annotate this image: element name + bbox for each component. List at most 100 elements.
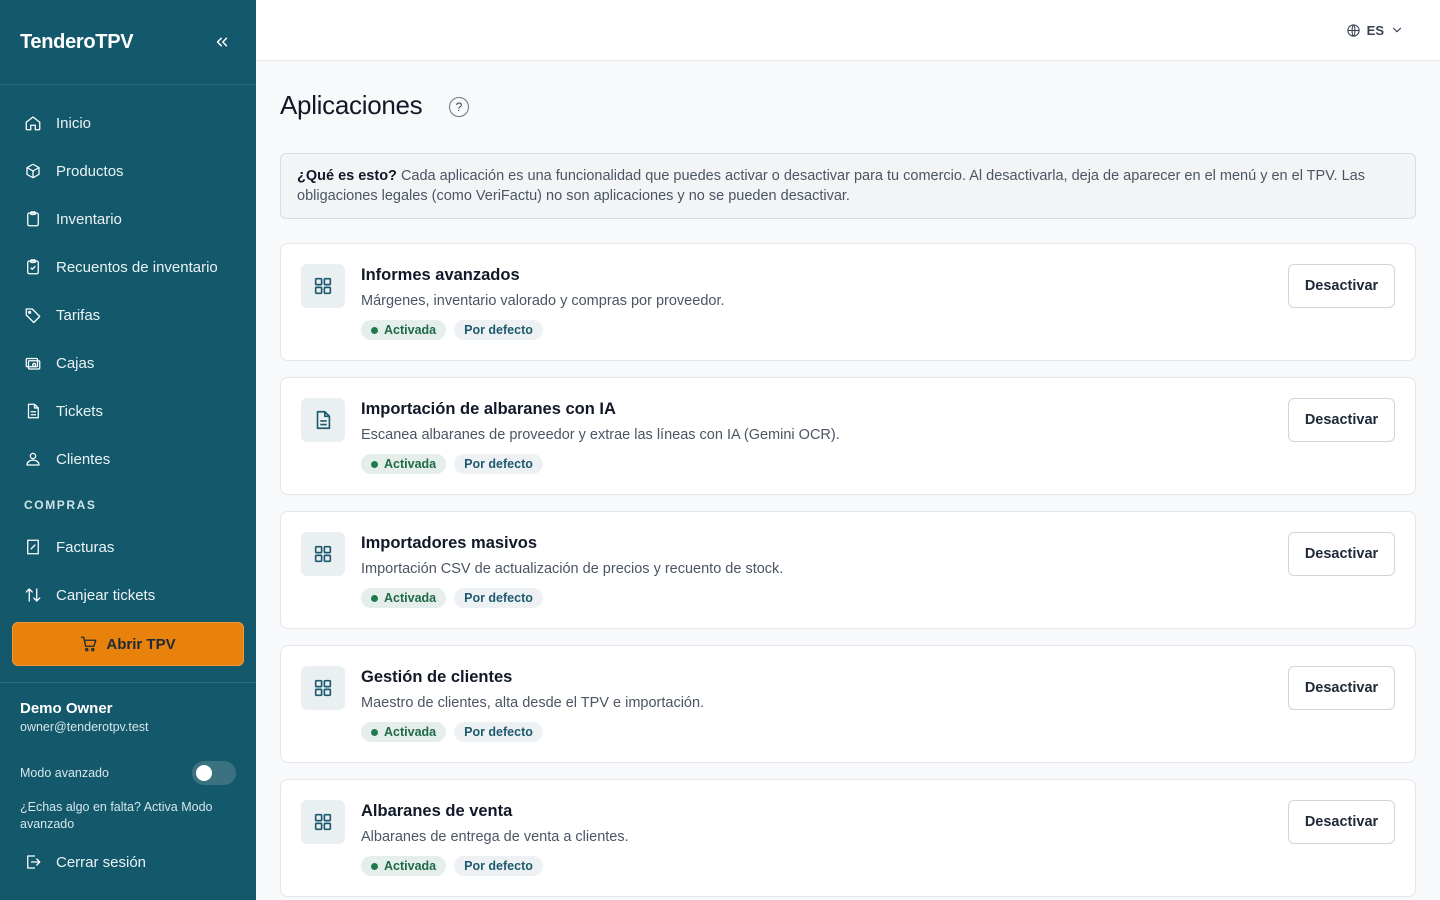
sidebar-item-clientes[interactable]: Clientes <box>0 435 256 483</box>
app-card: Importación de albaranes con IA Escanea … <box>280 377 1416 495</box>
sidebar-header: TenderoTPV <box>0 0 256 85</box>
info-title: ¿Qué es esto? <box>297 168 397 184</box>
box-icon <box>26 163 40 179</box>
help-icon[interactable]: ? <box>449 97 469 117</box>
users-icon <box>26 452 40 466</box>
status-dot <box>371 594 378 602</box>
open-tpv-button[interactable]: Abrir TPV <box>12 622 244 666</box>
sidebar-item-inventario[interactable]: Inventario <box>0 195 256 243</box>
app-badges: Activada Por defecto <box>361 320 543 340</box>
user-name: Demo Owner <box>20 700 113 717</box>
sidebar-item-cajas[interactable]: Cajas <box>0 339 256 387</box>
language-code: ES <box>1366 22 1384 38</box>
sidebar-item-label: Tarifas <box>56 306 101 324</box>
collapse-sidebar-button[interactable] <box>208 28 236 56</box>
default-badge: Por defecto <box>454 856 543 876</box>
app-title: Informes avanzados <box>361 266 520 284</box>
app-icon <box>301 800 345 844</box>
status-label: Activada <box>384 457 437 471</box>
home-icon <box>25 116 41 131</box>
sidebar-item-tarifas[interactable]: Tarifas <box>0 291 256 339</box>
logout-icon <box>27 855 41 869</box>
brand-logo: TenderoTPV <box>20 30 134 53</box>
app-title: Importadores masivos <box>361 534 538 552</box>
advanced-mode-hint: ¿Echas algo en falta? Activa Modo avanza… <box>20 800 213 831</box>
top-bar: ES <box>256 0 1440 61</box>
chevron-down-icon <box>1392 27 1402 33</box>
deactivate-button[interactable]: Desactivar <box>1288 264 1395 308</box>
advanced-mode-label: Modo avanzado <box>20 766 109 780</box>
globe-icon <box>1347 23 1360 37</box>
clipboard-check-icon <box>27 259 39 275</box>
language-selector[interactable]: ES <box>1346 20 1404 40</box>
status-badge: Activada <box>361 722 447 742</box>
app-card: Informes avanzados Márgenes, inventario … <box>280 243 1416 361</box>
cart-icon <box>81 636 97 652</box>
app-card: Gestión de clientes Maestro de clientes,… <box>280 645 1416 763</box>
deactivate-button[interactable]: Desactivar <box>1288 532 1395 576</box>
grid-icon <box>314 545 332 563</box>
sidebar-section-compras: COMPRAS <box>24 498 97 512</box>
app-badges: Activada Por defecto <box>361 856 543 876</box>
status-label: Activada <box>384 323 437 337</box>
app-title: Albaranes de venta <box>361 802 513 820</box>
default-badge: Por defecto <box>454 320 543 340</box>
app-icon <box>301 666 345 710</box>
sidebar-item-label: Inicio <box>56 114 92 132</box>
logout-label: Cerrar sesión <box>56 853 147 871</box>
default-badge: Por defecto <box>454 722 543 742</box>
sidebar-item-label: Facturas <box>56 538 115 556</box>
user-email: owner@tenderotpv.test <box>20 720 149 734</box>
app-description: Escanea albaranes de proveedor y extrae … <box>361 427 840 443</box>
sidebar-item-inicio[interactable]: Inicio <box>0 99 256 147</box>
deactivate-button[interactable]: Desactivar <box>1288 800 1395 844</box>
sidebar-item-label: Tickets <box>56 402 103 420</box>
grid-icon <box>314 813 332 831</box>
default-badge: Por defecto <box>454 454 543 474</box>
logout-button[interactable]: Cerrar sesión <box>24 848 146 876</box>
app-description: Albaranes de entrega de venta a clientes… <box>361 829 629 845</box>
app-description: Márgenes, inventario valorado y compras … <box>361 293 725 309</box>
status-label: Activada <box>384 859 437 873</box>
app-icon <box>301 264 345 308</box>
status-dot <box>371 460 378 468</box>
info-box: ¿Qué es esto? Cada aplicación es una fun… <box>280 153 1416 219</box>
app-card: Importadores masivos Importación CSV de … <box>280 511 1416 629</box>
status-dot <box>371 862 378 870</box>
app-description: Importación CSV de actualización de prec… <box>361 561 784 577</box>
toggle-knob <box>196 765 212 781</box>
document-icon <box>316 410 331 430</box>
sidebar-item-productos[interactable]: Productos <box>0 147 256 195</box>
sidebar-item-label: Inventario <box>56 210 122 228</box>
deactivate-button[interactable]: Desactivar <box>1288 666 1395 710</box>
app-title: Importación de albaranes con IA <box>361 400 616 418</box>
sidebar-nav: Inicio Productos Inventario Recuentos de… <box>0 85 256 619</box>
sidebar: TenderoTPV Inicio Productos Inventario R… <box>0 0 256 900</box>
grid-icon <box>314 679 332 697</box>
app-icon <box>301 532 345 576</box>
document-icon <box>27 403 39 419</box>
tag-icon <box>25 308 41 324</box>
sidebar-item-facturas[interactable]: Facturas <box>0 523 256 571</box>
sidebar-item-tickets[interactable]: Tickets <box>0 387 256 435</box>
status-label: Activada <box>384 725 437 739</box>
sidebar-item-canjear-tickets[interactable]: Canjear tickets <box>0 571 256 619</box>
clipboard-icon <box>27 211 39 227</box>
sidebar-item-label: Canjear tickets <box>56 586 156 604</box>
sidebar-item-label: Productos <box>56 162 124 180</box>
app-icon <box>301 398 345 442</box>
app-title: Gestión de clientes <box>361 668 513 686</box>
status-badge: Activada <box>361 856 447 876</box>
status-badge: Activada <box>361 454 447 474</box>
app-badges: Activada Por defecto <box>361 454 543 474</box>
advanced-mode-toggle[interactable] <box>192 761 236 785</box>
sidebar-item-label: Clientes <box>56 450 111 468</box>
app-badges: Activada Por defecto <box>361 588 543 608</box>
app-badges: Activada Por defecto <box>361 722 543 742</box>
info-text: Cada aplicación es una funcionalidad que… <box>297 168 1365 204</box>
grid-icon <box>314 277 332 295</box>
deactivate-button[interactable]: Desactivar <box>1288 398 1395 442</box>
sidebar-item-recuentos[interactable]: Recuentos de inventario <box>0 243 256 291</box>
status-dot <box>371 728 378 736</box>
open-tpv-label: Abrir TPV <box>106 635 176 653</box>
